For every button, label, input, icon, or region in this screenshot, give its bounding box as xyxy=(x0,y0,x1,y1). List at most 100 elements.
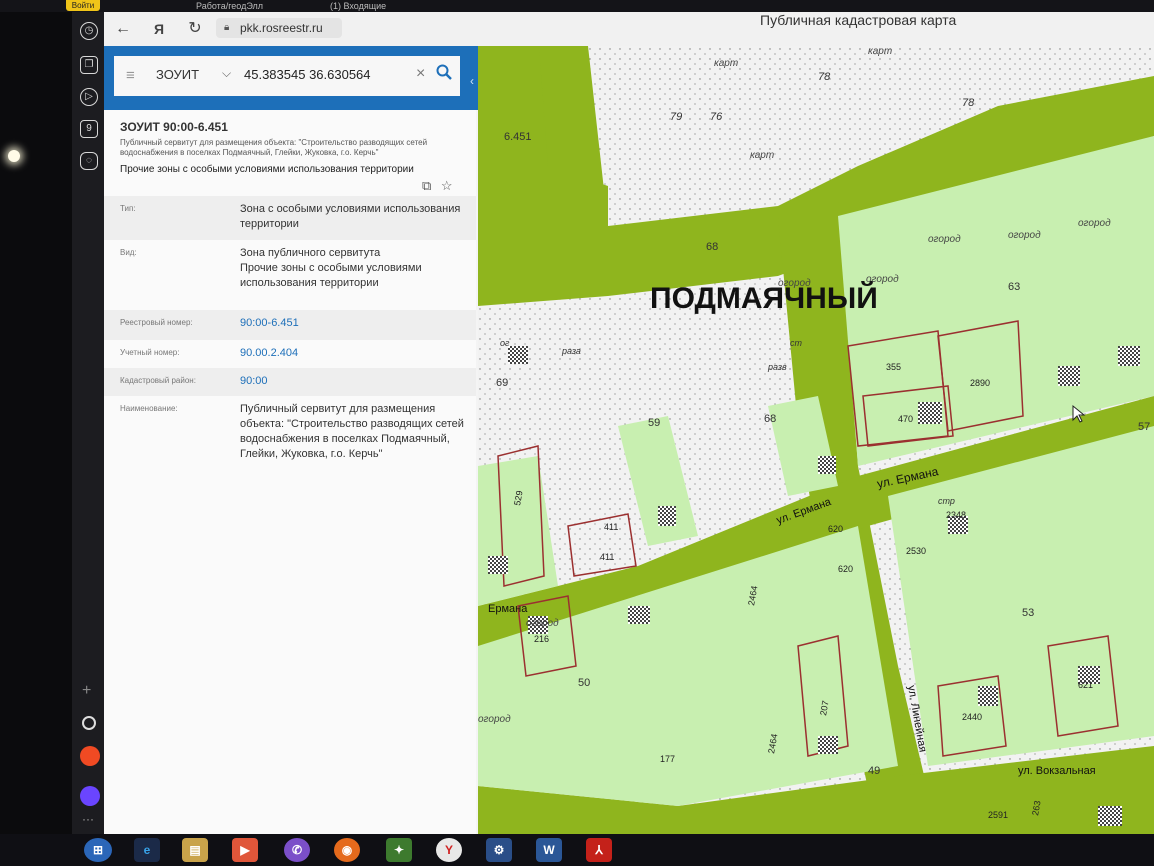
info-panel: ЗОУИТ 90:00-6.451 Публичный сервитут для… xyxy=(104,110,476,834)
building xyxy=(818,456,836,474)
attr-key: Тип: xyxy=(120,204,136,213)
explorer-icon[interactable]: ▤ xyxy=(182,838,208,862)
alice-icon[interactable] xyxy=(82,716,96,730)
windows-start-icon[interactable]: ⊞ xyxy=(84,838,112,862)
map-label: огород xyxy=(1078,218,1111,229)
attr-value: Зона с особыми условиями использования т… xyxy=(240,203,461,230)
map-label: ст xyxy=(790,338,803,348)
map-label: стр xyxy=(938,496,955,506)
map-label: огород xyxy=(778,278,811,289)
cadastral-map[interactable]: ПОДМАЯЧНЫЙ 6.451 ул. Ермана ул. Ермана Е… xyxy=(478,46,1154,834)
attr-value-link[interactable]: 90.00.2.404 xyxy=(240,346,472,361)
search-icon[interactable] xyxy=(436,64,456,84)
search-bar: ≡ ЗОУИТ ⌵ 45.383545 36.630564 × ‹ xyxy=(104,46,486,110)
nine-icon[interactable]: 9 xyxy=(80,120,98,138)
word-icon[interactable]: W xyxy=(536,838,562,862)
parcel-number: 177 xyxy=(660,754,675,764)
messenger-icon[interactable]: ◌ xyxy=(80,152,98,170)
firefox-icon[interactable]: ◉ xyxy=(334,838,360,862)
map-label: карт xyxy=(714,58,738,69)
parcel-number: 411 xyxy=(600,552,614,562)
panel-actions: ⧉ ☆ xyxy=(422,178,453,194)
parcel-number: 2530 xyxy=(906,546,926,556)
parcel-number: 2890 xyxy=(970,378,990,388)
search-filter[interactable]: ЗОУИТ xyxy=(156,67,199,82)
yandex-sidebar: ◷ ❐ ▷ 9 ◌ + ··· xyxy=(72,12,106,834)
reload-icon[interactable]: ↻ xyxy=(184,18,206,40)
lock-icon: 🔒︎ xyxy=(224,22,230,33)
panel-subtitle: Прочие зоны с особыми условиями использо… xyxy=(120,164,414,175)
map-label: 53 xyxy=(1022,607,1034,619)
parcel-number: 2440 xyxy=(962,712,982,722)
more-icon[interactable]: ··· xyxy=(82,812,94,826)
map-label: карт xyxy=(868,46,892,57)
media-icon[interactable]: ▶ xyxy=(232,838,258,862)
map-label: ог xyxy=(500,338,510,348)
building xyxy=(978,686,998,706)
attr-value-link[interactable]: 90:00-6.451 xyxy=(240,316,472,331)
map-label: 76 xyxy=(710,111,723,123)
street-label: Ермана xyxy=(488,603,528,615)
attr-key: Реестровый номер: xyxy=(120,318,193,327)
assistant-icon[interactable] xyxy=(80,786,100,806)
add-icon[interactable]: + xyxy=(82,682,91,700)
chevron-down-icon[interactable]: ⌵ xyxy=(222,66,231,81)
viber-icon[interactable]: ✆ xyxy=(284,838,310,862)
map-label: огород xyxy=(1008,230,1041,241)
attr-row-district: Кадастровый район: 90:00 xyxy=(104,368,476,396)
pdf-icon[interactable]: ⅄ xyxy=(586,838,612,862)
yandex-browser-icon[interactable]: Y xyxy=(436,838,462,862)
parcel-number: 620 xyxy=(828,524,843,534)
map-label: 68 xyxy=(764,413,776,425)
panel-title: ЗОУИТ 90:00-6.451 xyxy=(120,120,228,134)
market-icon[interactable] xyxy=(80,746,100,766)
url-field[interactable]: 🔒︎ pkk.rosreestr.ru xyxy=(216,18,342,38)
light-glare xyxy=(8,150,20,162)
address-bar: ← Я ↻ 🔒︎ pkk.rosreestr.ru Публичная када… xyxy=(104,12,1154,47)
browser-tab[interactable]: Работа/геодЭлл xyxy=(196,0,316,12)
collapse-panel-icon[interactable]: ‹ xyxy=(470,74,474,88)
map-label: 79 xyxy=(670,111,682,123)
ie-icon[interactable]: e xyxy=(134,838,160,862)
map-label: 68 xyxy=(706,241,718,253)
zoom-to-icon[interactable]: ⧉ xyxy=(422,178,431,193)
place-label: ПОДМАЯЧНЫЙ xyxy=(650,281,878,315)
building xyxy=(1118,346,1140,366)
parcel-number: 355 xyxy=(886,362,901,372)
page-title: Публичная кадастровая карта xyxy=(760,12,957,28)
attr-value-link[interactable]: 90:00 xyxy=(240,374,472,389)
menu-icon[interactable]: ≡ xyxy=(126,68,142,84)
video-icon[interactable]: ▷ xyxy=(80,88,98,106)
clear-icon[interactable]: × xyxy=(416,65,425,83)
parcel-number: 620 xyxy=(838,564,853,574)
back-icon[interactable]: ← xyxy=(112,18,134,40)
attr-key: Наименование: xyxy=(120,404,178,413)
attr-key: Вид: xyxy=(120,248,137,257)
attr-row-kind: Вид: Зона публичного сервитута Прочие зо… xyxy=(104,240,476,310)
search-box[interactable]: ≡ ЗОУИТ ⌵ 45.383545 36.630564 × xyxy=(114,56,460,96)
game-icon[interactable]: ✦ xyxy=(386,838,412,862)
history-icon[interactable]: ◷ xyxy=(80,22,98,40)
map-label: огород xyxy=(478,714,511,725)
map-label: 69 xyxy=(496,377,508,389)
building xyxy=(818,736,838,754)
attr-key: Учетный номер: xyxy=(120,348,180,357)
browser-tab[interactable]: (1) Входящие xyxy=(330,0,450,12)
yandex-logo-icon[interactable]: Я xyxy=(148,18,170,40)
map-label: огород xyxy=(526,618,559,629)
street-label: ул. Вокзальная xyxy=(1018,765,1096,777)
map-label: 78 xyxy=(818,71,831,83)
building xyxy=(628,606,650,624)
collections-icon[interactable]: ❐ xyxy=(80,56,98,74)
parcel-number: 2348 xyxy=(946,510,966,520)
search-input[interactable]: 45.383545 36.630564 xyxy=(244,67,371,82)
star-icon[interactable]: ☆ xyxy=(441,178,453,193)
attr-value: Зона публичного сервитута Прочие зоны с … xyxy=(240,247,422,289)
login-badge[interactable]: Войти xyxy=(66,0,100,11)
top-strip: Войти Работа/геодЭлл (1) Входящие xyxy=(0,0,1154,12)
map-label: 57 xyxy=(1138,421,1150,433)
tool-icon[interactable]: ⚙ xyxy=(486,838,512,862)
map-label: огород xyxy=(866,274,899,285)
zone-label: 6.451 xyxy=(504,131,532,143)
attr-row-name: Наименование: Публичный сервитут для раз… xyxy=(104,396,476,486)
